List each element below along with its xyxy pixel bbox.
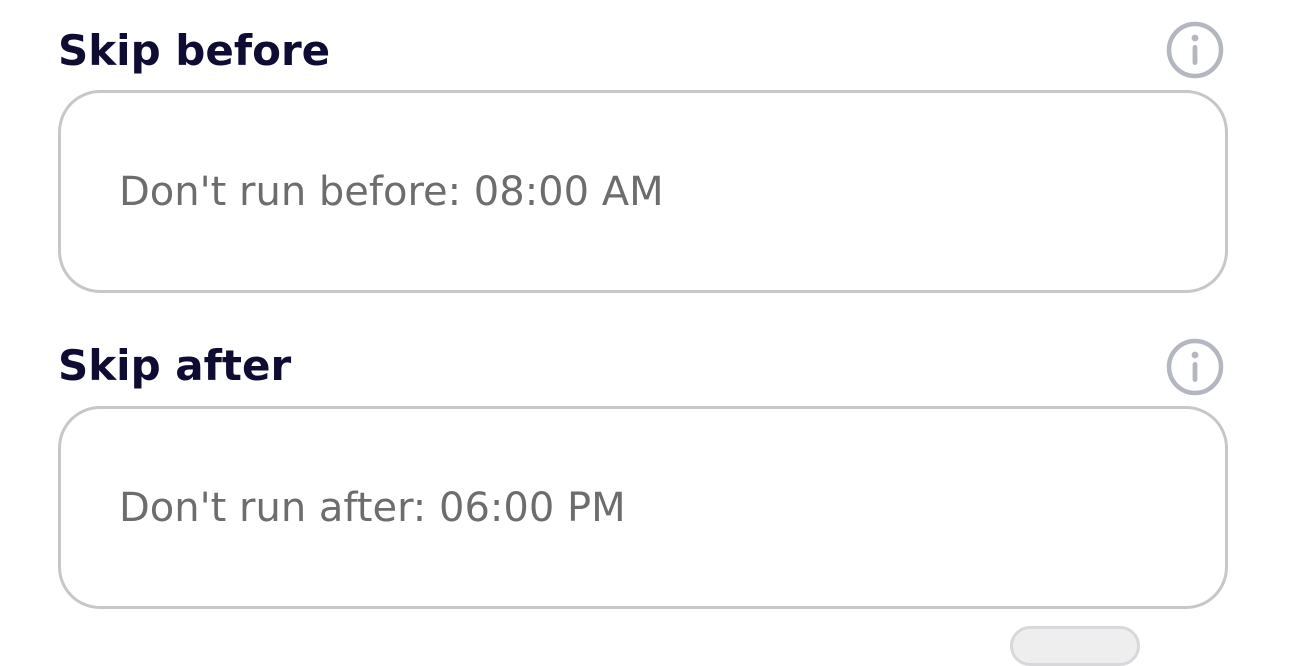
info-icon[interactable] xyxy=(1166,21,1224,79)
toggle-switch[interactable] xyxy=(1010,626,1140,666)
skip-before-time-value: Don't run before: 08:00 AM xyxy=(119,168,664,215)
skip-after-time-field[interactable]: Don't run after: 06:00 PM xyxy=(58,406,1228,609)
skip-before-label: Skip before xyxy=(58,26,331,75)
skip-after-label: Skip after xyxy=(58,341,292,390)
skip-after-time-value: Don't run after: 06:00 PM xyxy=(119,484,626,531)
skip-before-time-field[interactable]: Don't run before: 08:00 AM xyxy=(58,90,1228,293)
info-icon[interactable] xyxy=(1166,338,1224,396)
